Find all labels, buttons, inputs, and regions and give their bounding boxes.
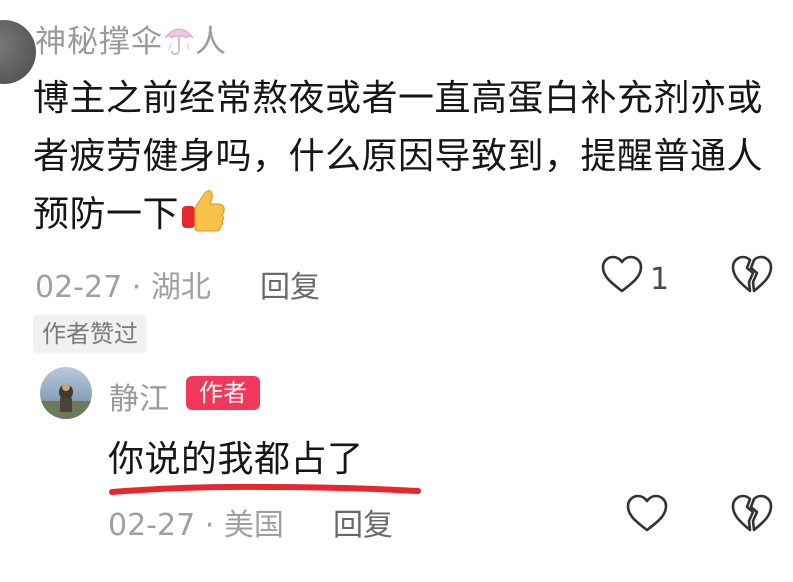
comment-like-button[interactable] xyxy=(600,255,644,299)
comment-body: 博主之前经常熬夜或者一直高蛋白补充剂亦或者疲劳健身吗，什么原因导致到，提醒普通人… xyxy=(33,70,763,244)
comment-reply-button[interactable]: 回复 xyxy=(260,262,320,306)
comment-text: 博主之前经常熬夜或者一直高蛋白补充剂亦或者疲劳健身吗，什么原因导致到，提醒普通人… xyxy=(33,78,764,235)
reply-location: 美国 xyxy=(223,508,284,543)
commenter-username[interactable]: 神秘撑伞人 xyxy=(35,16,227,61)
commenter-avatar[interactable] xyxy=(0,20,36,84)
comment-like-count: 1 xyxy=(650,262,670,297)
reply-text: 你说的我都占了 xyxy=(108,439,364,480)
comment-location: 湖北 xyxy=(150,270,211,305)
heart-icon xyxy=(626,494,668,532)
red-underline-annotation xyxy=(109,483,421,495)
reply-dislike-button[interactable] xyxy=(730,494,774,538)
meta-separator: · xyxy=(131,270,142,305)
broken-heart-icon xyxy=(731,494,773,532)
commenter-username-text: 神秘撑伞 xyxy=(35,24,163,60)
heart-icon xyxy=(601,255,643,293)
reply-date: 02-27 xyxy=(108,508,196,543)
author-avatar-image xyxy=(40,383,92,419)
commenter-username-suffix: 人 xyxy=(195,24,227,60)
umbrella-emoji-icon xyxy=(163,22,195,56)
comment-dislike-button[interactable] xyxy=(730,255,774,299)
reply-like-button[interactable] xyxy=(625,494,669,538)
reply-reply-button[interactable]: 回复 xyxy=(333,500,393,544)
author-username[interactable]: 静江 xyxy=(109,374,169,418)
liked-by-author-badge: 作者赞过 xyxy=(33,315,147,353)
author-badge: 作者 xyxy=(186,376,260,410)
thumbs-up-emoji-icon xyxy=(179,186,227,234)
comment-date: 02-27 xyxy=(35,270,123,305)
comment-meta: 02-27 · 湖北 xyxy=(35,262,211,306)
meta-separator: · xyxy=(204,508,215,543)
broken-heart-icon xyxy=(731,255,773,293)
author-avatar[interactable] xyxy=(40,367,92,419)
reply-meta: 02-27 · 美国 xyxy=(108,500,284,544)
